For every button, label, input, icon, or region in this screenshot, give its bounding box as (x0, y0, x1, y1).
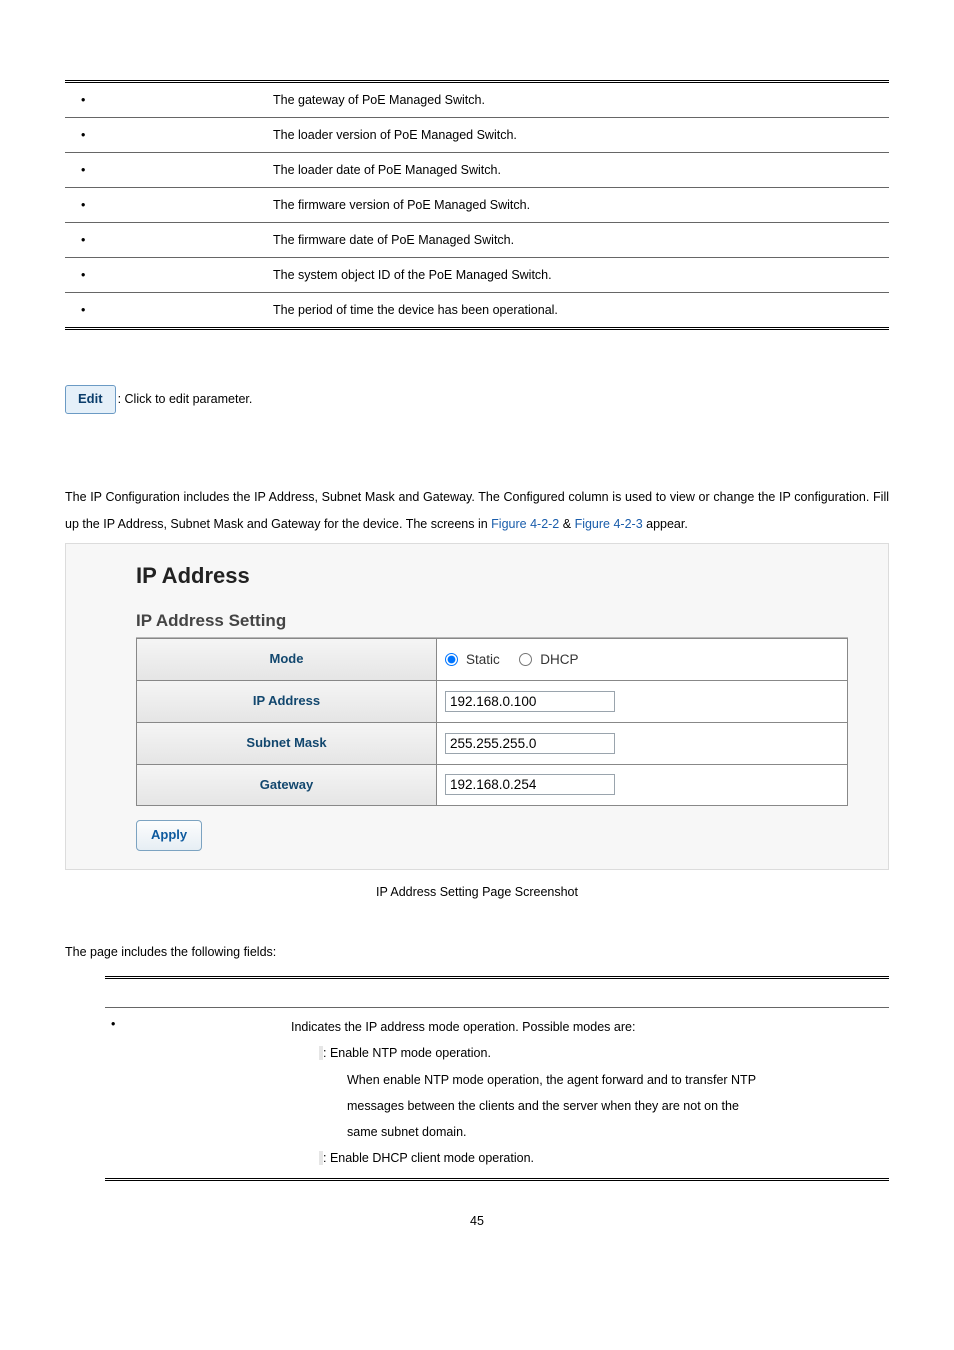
table-row (65, 82, 265, 118)
info-table: The gateway of PoE Managed Switch. The l… (65, 80, 889, 330)
ip-address-screenshot: IP Address IP Address Setting Mode Stati… (65, 543, 889, 870)
desc-line: : Enable DHCP client mode operation. (323, 1151, 534, 1165)
button-description: Edit: Click to edit parameter. (65, 385, 889, 414)
figure-link-2[interactable]: Figure 4-2-3 (575, 517, 643, 531)
table-row (65, 223, 265, 258)
edit-button[interactable]: Edit (65, 385, 116, 414)
subnet-mask-input[interactable] (445, 733, 615, 754)
table-cell: The period of time the device has been o… (265, 293, 889, 329)
paragraph-text: The IP Configuration includes the IP Add… (65, 490, 889, 532)
subnet-mask-label: Subnet Mask (137, 723, 437, 764)
ip-address-subtitle: IP Address Setting (136, 607, 848, 638)
fields-intro: The page includes the following fields: (65, 942, 889, 962)
table-row (65, 118, 265, 153)
table-cell: The firmware date of PoE Managed Switch. (265, 223, 889, 258)
mode-dhcp-radio[interactable] (519, 653, 532, 666)
desc-line: messages between the clients and the ser… (291, 1093, 883, 1119)
fields-row-label (105, 1008, 285, 1180)
table-cell: The loader date of PoE Managed Switch. (265, 153, 889, 188)
fields-header-desc (285, 978, 889, 1008)
desc-line: same subnet domain. (291, 1119, 883, 1145)
ip-address-label: IP Address (137, 681, 437, 722)
apply-button[interactable]: Apply (136, 820, 202, 851)
table-cell: The loader version of PoE Managed Switch… (265, 118, 889, 153)
mode-dhcp-text: DHCP (540, 649, 578, 671)
fields-row-desc: Indicates the IP address mode operation.… (285, 1008, 889, 1180)
ip-address-input[interactable] (445, 691, 615, 712)
mode-label: Mode (137, 639, 437, 680)
paragraph-text: appear. (643, 517, 688, 531)
mode-static-radio[interactable] (445, 653, 458, 666)
screenshot-caption: IP Address Setting Page Screenshot (65, 882, 889, 902)
table-cell: The system object ID of the PoE Managed … (265, 258, 889, 293)
fields-header-object (105, 978, 285, 1008)
figure-link-1[interactable]: Figure 4-2-2 (491, 517, 559, 531)
table-row (65, 293, 265, 329)
mode-static-text: Static (466, 649, 500, 671)
table-row (65, 258, 265, 293)
ip-settings-grid: Mode Static DHCP IP Address Subnet Mask … (136, 638, 848, 806)
page-number: 45 (65, 1211, 889, 1231)
desc-line: : Enable NTP mode operation. (323, 1046, 491, 1060)
desc-line: When enable NTP mode operation, the agen… (291, 1067, 883, 1093)
table-cell: The gateway of PoE Managed Switch. (265, 82, 889, 118)
paragraph-text: & (559, 517, 574, 531)
table-row (65, 153, 265, 188)
table-row (65, 188, 265, 223)
ip-address-title: IP Address (136, 558, 848, 593)
ip-config-paragraph: The IP Configuration includes the IP Add… (65, 484, 889, 539)
gateway-label: Gateway (137, 765, 437, 806)
gateway-input[interactable] (445, 774, 615, 795)
desc-line: Indicates the IP address mode operation.… (291, 1014, 883, 1040)
fields-table: Indicates the IP address mode operation.… (105, 976, 889, 1181)
table-cell: The firmware version of PoE Managed Swit… (265, 188, 889, 223)
edit-button-desc: : Click to edit parameter. (118, 392, 253, 406)
